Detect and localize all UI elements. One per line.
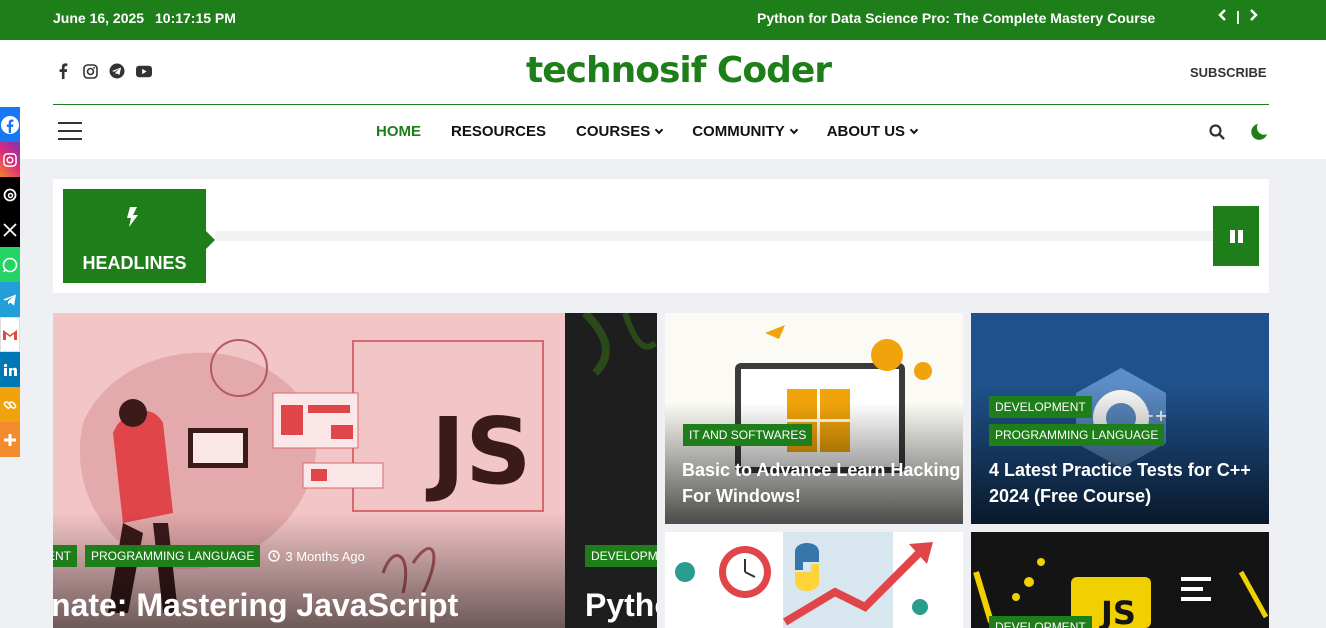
telegram-share-icon[interactable]: [0, 282, 20, 317]
subscribe-link[interactable]: SUBSCRIBE: [1190, 65, 1267, 80]
threads-share-icon[interactable]: [0, 177, 20, 212]
youtube-icon[interactable]: [136, 63, 152, 79]
card-title[interactable]: nate: Mastering JavaScript: [53, 585, 458, 625]
js-badge: JS: [425, 398, 532, 505]
ticker-link[interactable]: Python for Data Science Pro: The Complet…: [757, 10, 1155, 26]
ticker-divider: |: [1236, 8, 1240, 24]
facebook-share-icon[interactable]: [0, 107, 20, 142]
headlines-bar: HEADLINES: [53, 179, 1269, 293]
nav-resources[interactable]: RESOURCES: [451, 123, 546, 140]
time-label: 10:17:15 PM: [155, 10, 236, 26]
chevron-left-icon[interactable]: [1218, 8, 1228, 24]
card-overlay: ENT PROGRAMMING LANGUAGE 3 Months Ago na…: [53, 545, 565, 628]
pause-icon[interactable]: [1213, 206, 1259, 266]
site-logo[interactable]: technosif Coder: [526, 50, 832, 91]
facebook-icon[interactable]: [55, 63, 71, 79]
post-card-cpp[interactable]: ++ DEVELOPMENT PROGRAMMING LANGUAGE 4 La…: [971, 313, 1269, 524]
headlines-label: HEADLINES: [82, 253, 187, 273]
category-tag[interactable]: PROGRAMMING LANGUAGE: [85, 545, 261, 567]
featured-card-python[interactable]: DEVELOPME Pytho: [565, 313, 657, 628]
card-overlay: DEVELOPME: [585, 545, 657, 567]
chevron-right-icon[interactable]: [1248, 8, 1258, 24]
post-meta: 3 Months Ago: [268, 549, 365, 564]
more-share-icon[interactable]: [0, 422, 20, 457]
social-links: [55, 63, 152, 79]
nav-courses[interactable]: COURSES: [576, 123, 664, 140]
nav-community[interactable]: COMMUNITY: [692, 123, 798, 140]
linkedin-share-icon[interactable]: [0, 352, 20, 387]
post-card-python-data[interactable]: [665, 532, 963, 628]
whatsapp-share-icon[interactable]: [0, 247, 20, 282]
ticker-controls: |: [1218, 8, 1258, 24]
category-tag[interactable]: IT AND SOFTWARES: [683, 424, 813, 446]
js-dark-illustration: JS: [971, 532, 1269, 628]
featured-card-javascript[interactable]: JS ENT PROGRAMMING LANGUAGE 3 Months: [53, 313, 565, 628]
post-card-hacking[interactable]: IT AND SOFTWARES Basic to Advance Learn …: [665, 313, 963, 524]
post-card-javascript-dark[interactable]: JS DEVELOPMENT: [971, 532, 1269, 628]
headlines-label-box: HEADLINES: [63, 189, 215, 283]
category-tag[interactable]: DEVELOPME: [585, 545, 657, 567]
dark-mode-icon[interactable]: [1249, 122, 1269, 147]
telegram-icon[interactable]: [109, 63, 125, 79]
category-tag[interactable]: DEVELOPMENT: [989, 616, 1092, 628]
instagram-icon[interactable]: [82, 63, 98, 79]
clock-icon: [268, 550, 281, 562]
share-sidebar: [0, 107, 20, 457]
chevron-down-icon: [654, 125, 664, 135]
card-title[interactable]: Basic to Advance Learn Hacking For Windo…: [682, 457, 960, 509]
header-divider: [53, 104, 1269, 105]
gmail-share-icon[interactable]: [0, 317, 20, 352]
site-header: technosif Coder SUBSCRIBE HOME RESOURCES…: [0, 40, 1326, 159]
data-science-illustration: [665, 532, 963, 628]
menu-icon[interactable]: [58, 122, 82, 140]
top-bar: June 16, 2025 10:17:15 PM Python for Dat…: [0, 0, 1326, 40]
card-title[interactable]: 4 Latest Practice Tests for C++ 2024 (Fr…: [989, 457, 1251, 509]
chevron-down-icon: [909, 125, 919, 135]
card-title[interactable]: Pytho: [585, 585, 657, 625]
instagram-share-icon[interactable]: [0, 142, 20, 177]
link-share-icon[interactable]: [0, 387, 20, 422]
svg-text:JS: JS: [1099, 594, 1136, 628]
x-share-icon[interactable]: [0, 212, 20, 247]
category-tag[interactable]: DEVELOPMENT: [989, 396, 1092, 418]
category-tag[interactable]: PROGRAMMING LANGUAGE: [989, 424, 1165, 446]
chevron-down-icon: [789, 125, 798, 135]
nav-about-us[interactable]: ABOUT US: [827, 123, 919, 140]
search-icon[interactable]: [1209, 124, 1225, 145]
main-nav: HOME RESOURCES COURSES COMMUNITY ABOUT U…: [376, 123, 919, 140]
bolt-icon: [127, 207, 138, 227]
python-illustration: [565, 313, 657, 628]
nav-home[interactable]: HOME: [376, 123, 421, 140]
date-label: June 16, 2025: [53, 10, 145, 26]
headlines-track: [215, 231, 1215, 241]
category-tag[interactable]: ENT: [53, 545, 77, 567]
